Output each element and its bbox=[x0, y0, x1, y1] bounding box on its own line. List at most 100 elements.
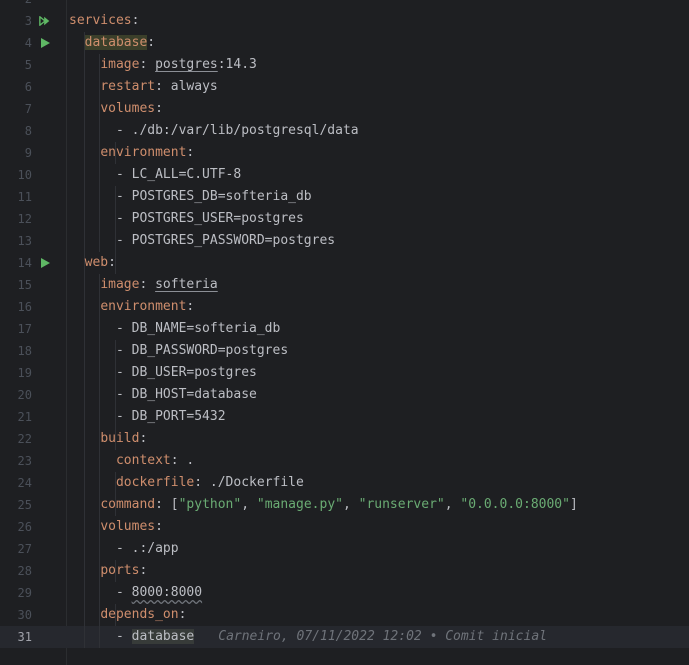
code-line[interactable]: 23 context: . bbox=[0, 450, 689, 472]
code-token: : bbox=[186, 299, 195, 314]
run-icon[interactable] bbox=[39, 37, 51, 49]
code-token: environment bbox=[100, 299, 187, 314]
code-line[interactable]: 12 - POSTGRES_USER=postgres bbox=[0, 208, 689, 230]
code-token: : [ bbox=[155, 497, 179, 512]
run-icon[interactable] bbox=[39, 257, 51, 269]
code-token: . bbox=[186, 453, 195, 468]
line-number: 22 bbox=[17, 432, 32, 446]
code-line[interactable]: 9 environment: bbox=[0, 142, 689, 164]
code-line[interactable]: 17 - DB_NAME=softeria_db bbox=[0, 318, 689, 340]
code-line[interactable]: 19 - DB_USER=postgres bbox=[0, 362, 689, 384]
code-token: - .:/app bbox=[115, 541, 179, 556]
code-token: - POSTGRES_PASSWORD=postgres bbox=[115, 233, 336, 248]
code-text: web: bbox=[69, 252, 116, 274]
code-text: command: ["python", "manage.py", "runser… bbox=[69, 494, 578, 516]
code-line[interactable]: 15 image: softeria bbox=[0, 274, 689, 296]
code-editor[interactable]: 23services:4 database:5 image: postgres:… bbox=[0, 0, 689, 648]
code-line[interactable]: 26 volumes: bbox=[0, 516, 689, 538]
line-number: 8 bbox=[24, 124, 32, 138]
line-number: 27 bbox=[17, 542, 32, 556]
code-line[interactable]: 30 depends_on: bbox=[0, 604, 689, 626]
code-text: build: bbox=[69, 428, 147, 450]
git-blame-annotation[interactable]: Carneiro, 07/11/2022 12:02 • Comit inici… bbox=[218, 629, 547, 644]
code-token: : bbox=[178, 607, 187, 622]
code-line[interactable]: 21 - DB_PORT=5432 bbox=[0, 406, 689, 428]
code-token: restart bbox=[100, 79, 156, 94]
code-token: : bbox=[194, 475, 210, 490]
code-text: - POSTGRES_DB=softeria_db bbox=[69, 186, 312, 208]
code-token: ] bbox=[569, 497, 578, 512]
line-number: 14 bbox=[17, 256, 32, 270]
code-line[interactable]: 16 environment: bbox=[0, 296, 689, 318]
code-line[interactable]: 8 - ./db:/var/lib/postgresql/data bbox=[0, 120, 689, 142]
code-line[interactable]: 5 image: postgres:14.3 bbox=[0, 54, 689, 76]
code-line[interactable]: 25 command: ["python", "manage.py", "run… bbox=[0, 494, 689, 516]
code-line[interactable]: 11 - POSTGRES_DB=softeria_db bbox=[0, 186, 689, 208]
code-token: image bbox=[100, 277, 140, 292]
run-all-icon[interactable] bbox=[39, 15, 51, 27]
code-line[interactable]: 13 - POSTGRES_PASSWORD=postgres bbox=[0, 230, 689, 252]
code-token: volumes bbox=[100, 519, 156, 534]
line-number: 26 bbox=[17, 520, 32, 534]
code-text: environment: bbox=[69, 142, 194, 164]
code-token: - ./db:/var/lib/postgresql/data bbox=[115, 123, 359, 138]
code-line[interactable]: 20 - DB_HOST=database bbox=[0, 384, 689, 406]
code-token: "manage.py" bbox=[256, 497, 343, 512]
code-token: image bbox=[100, 57, 140, 72]
code-token: ./Dockerfile bbox=[209, 475, 304, 490]
code-line[interactable]: 27 - .:/app bbox=[0, 538, 689, 560]
code-text: environment: bbox=[69, 296, 194, 318]
code-token: - LC_ALL=C.UTF-8 bbox=[115, 167, 242, 182]
line-number: 19 bbox=[17, 366, 32, 380]
code-token: : bbox=[131, 13, 140, 28]
code-line[interactable]: 4 database: bbox=[0, 32, 689, 54]
code-line[interactable]: 14 web: bbox=[0, 252, 689, 274]
code-line[interactable]: 2 bbox=[0, 0, 689, 10]
code-text: restart: always bbox=[69, 76, 217, 98]
line-number: 10 bbox=[17, 168, 32, 182]
code-token: - DB_USER=postgres bbox=[115, 365, 257, 380]
code-line[interactable]: 29 - 8000:8000 bbox=[0, 582, 689, 604]
code-line[interactable]: 28 ports: bbox=[0, 560, 689, 582]
code-text: - 8000:8000 bbox=[69, 582, 202, 604]
code-line[interactable]: 18 - DB_PASSWORD=postgres bbox=[0, 340, 689, 362]
code-text: image: postgres:14.3 bbox=[69, 54, 257, 76]
line-number: 24 bbox=[17, 476, 32, 490]
code-line[interactable]: 7 volumes: bbox=[0, 98, 689, 120]
line-number: 9 bbox=[24, 146, 32, 160]
line-number: 25 bbox=[17, 498, 32, 512]
code-line[interactable]: 3 services: bbox=[0, 10, 689, 32]
line-number: 18 bbox=[17, 344, 32, 358]
code-token: build bbox=[100, 431, 140, 446]
code-line[interactable]: 10 - LC_ALL=C.UTF-8 bbox=[0, 164, 689, 186]
code-token: - bbox=[115, 629, 132, 644]
line-number: 6 bbox=[24, 80, 32, 94]
code-token: : bbox=[155, 101, 163, 116]
code-line[interactable]: 6 restart: always bbox=[0, 76, 689, 98]
code-line[interactable]: 22 build: bbox=[0, 428, 689, 450]
code-token: , bbox=[241, 497, 257, 512]
code-text: - DB_HOST=database bbox=[69, 384, 257, 406]
code-token: postgres bbox=[155, 57, 218, 72]
code-line[interactable]: 24 dockerfile: ./Dockerfile bbox=[0, 472, 689, 494]
code-line[interactable]: 31 - database Carneiro, 07/11/2022 12:02 … bbox=[0, 626, 689, 648]
code-text: volumes: bbox=[69, 516, 163, 538]
line-number: 13 bbox=[17, 234, 32, 248]
code-text: - POSTGRES_USER=postgres bbox=[69, 208, 304, 230]
code-token: web bbox=[84, 255, 109, 270]
code-text: dockerfile: ./Dockerfile bbox=[69, 472, 304, 494]
code-token: - POSTGRES_USER=postgres bbox=[115, 211, 304, 226]
code-token: : bbox=[139, 431, 148, 446]
code-text: image: softeria bbox=[69, 274, 217, 296]
